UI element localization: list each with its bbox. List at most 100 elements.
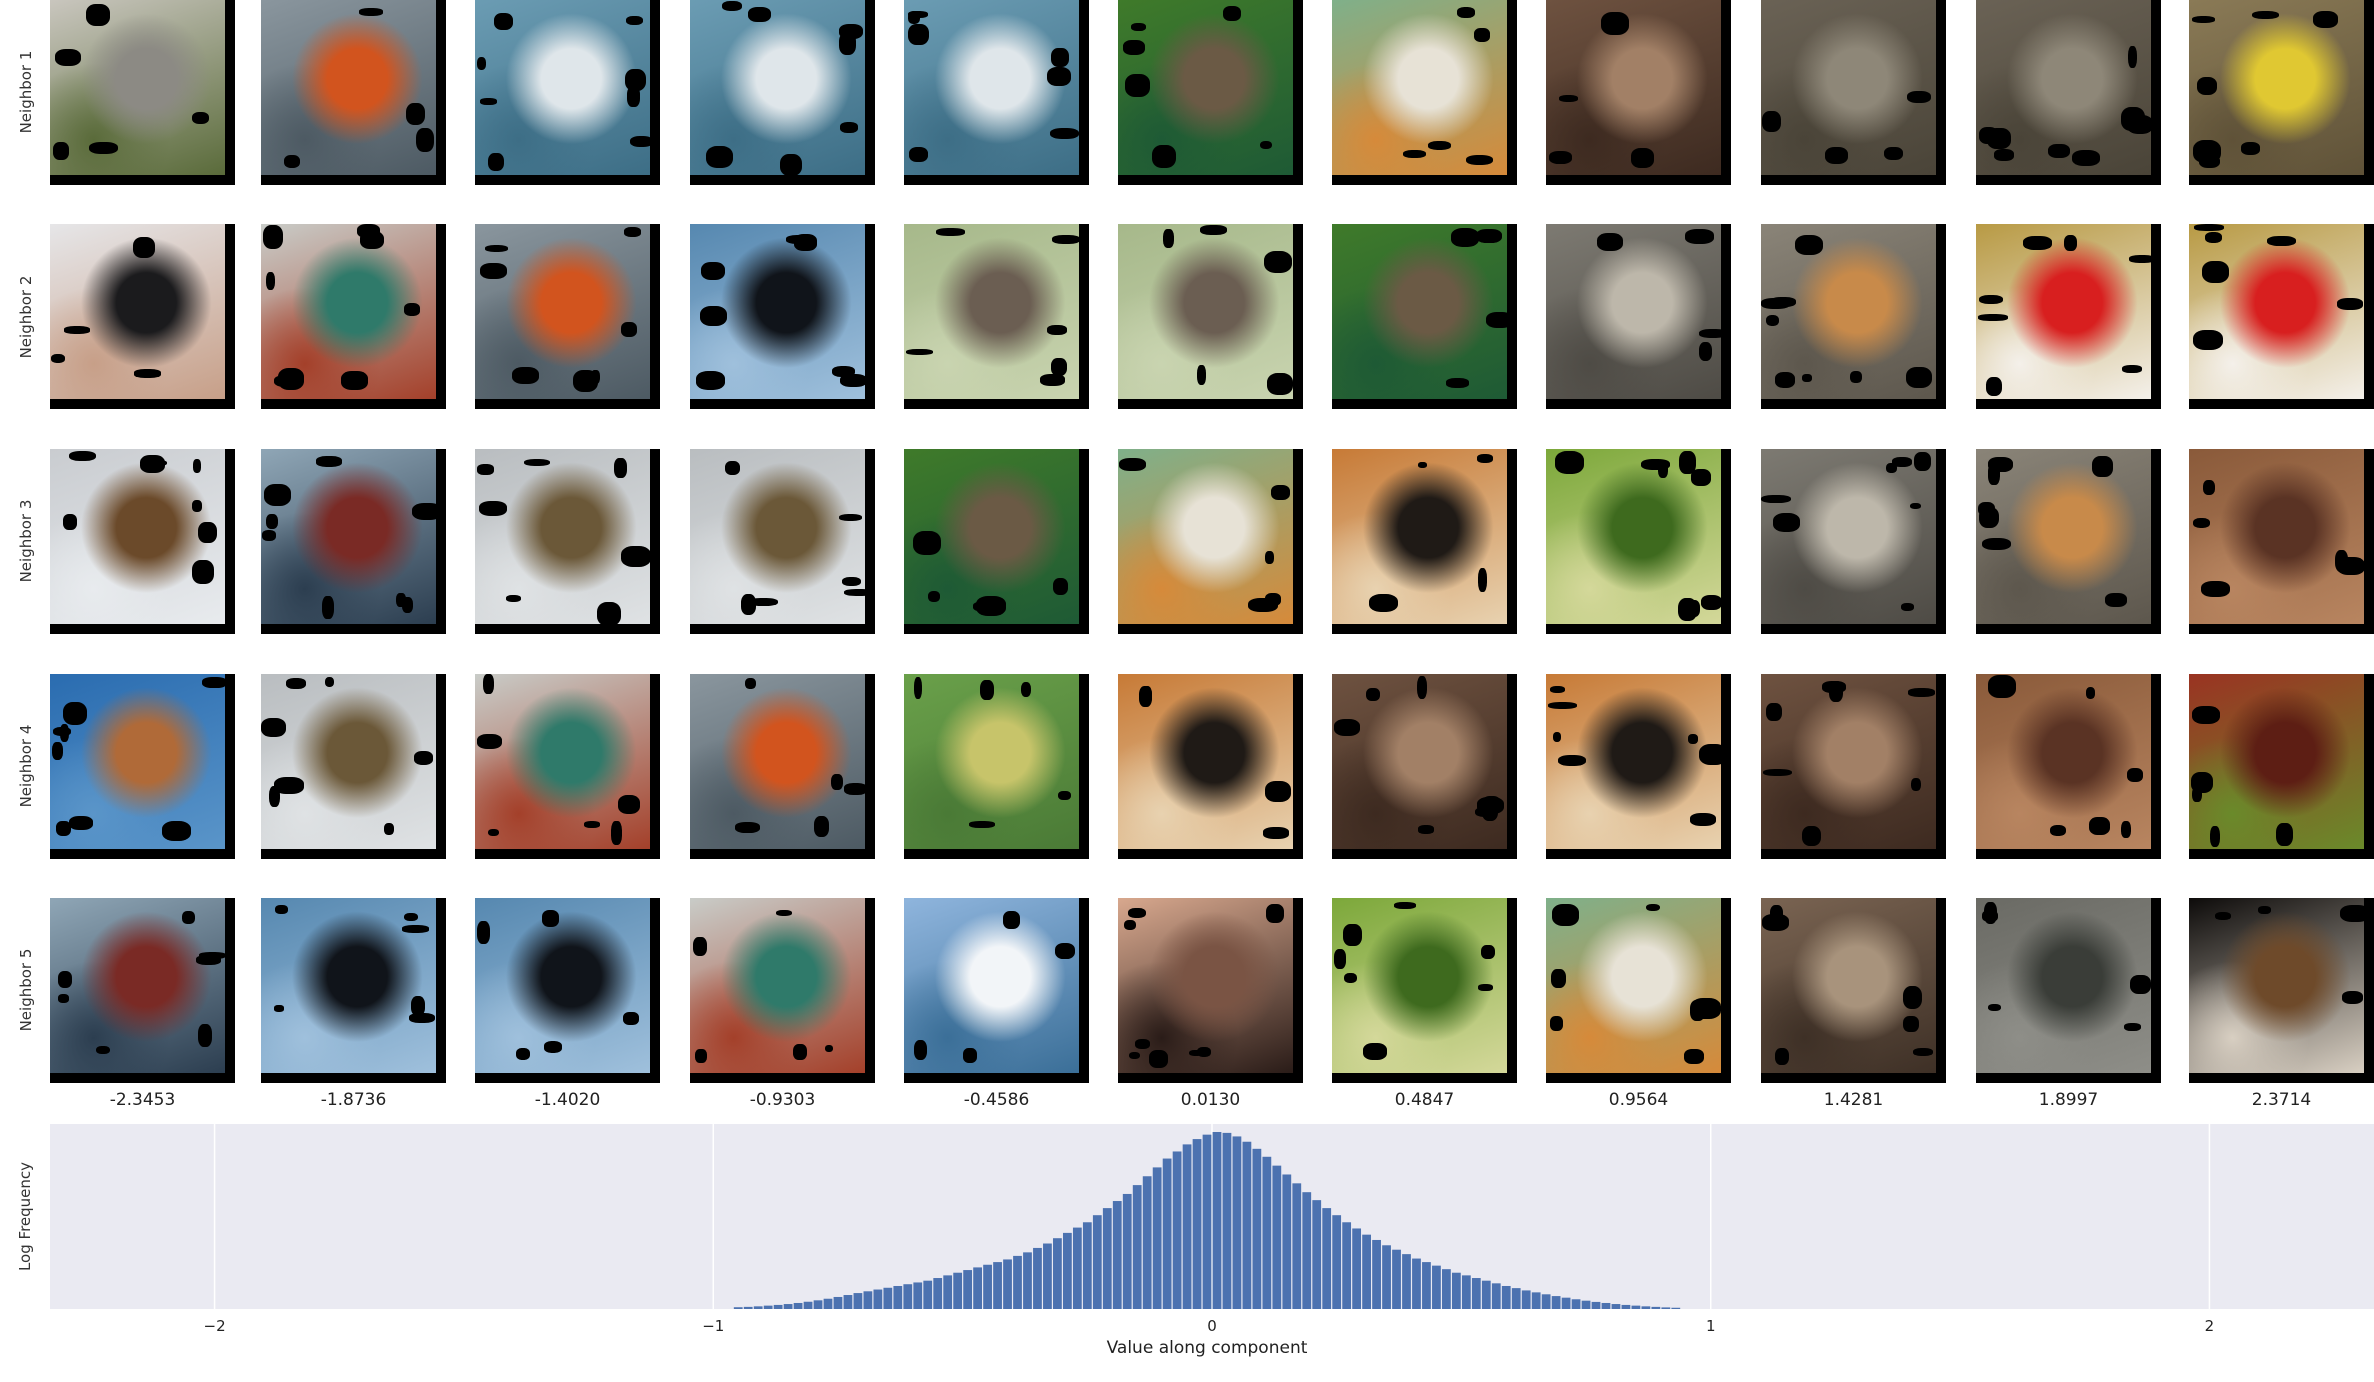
mask-hole bbox=[484, 245, 509, 253]
row-label-text: Neighbor 1 bbox=[17, 50, 35, 134]
mask-hole bbox=[479, 262, 507, 279]
y-axis-label: Log Frequency bbox=[16, 1162, 34, 1271]
neighbor-image-bird-beeeater bbox=[261, 224, 446, 409]
mask-hole bbox=[1054, 942, 1076, 960]
neighbor-image-lizard-green bbox=[1546, 449, 1731, 634]
mask-hole bbox=[1884, 146, 1904, 161]
neighbor-image-snake-rock bbox=[1976, 449, 2161, 634]
mask-hole bbox=[1058, 790, 1071, 801]
column-value-label: 2.3714 bbox=[2251, 1090, 2312, 1110]
mask-hole bbox=[479, 501, 508, 517]
mask-hole bbox=[2126, 115, 2154, 134]
mask-hole bbox=[1985, 376, 2003, 396]
mask-hole bbox=[914, 676, 923, 700]
mask-hole bbox=[1418, 825, 1435, 834]
mask-hole bbox=[583, 821, 601, 828]
neighbor-image-wood-brown bbox=[1761, 674, 1946, 859]
histogram-bar bbox=[1641, 1306, 1651, 1309]
histogram-bar bbox=[1392, 1249, 1401, 1309]
mask-hole bbox=[1902, 985, 1923, 1010]
mask-hole bbox=[1691, 997, 1721, 1019]
mask-hole bbox=[1900, 603, 1915, 611]
mask-hole bbox=[1802, 374, 1812, 382]
mask-hole bbox=[63, 514, 78, 530]
column-value-label: -1.4020 bbox=[534, 1090, 601, 1110]
neighbor-image-tiger-orange bbox=[1546, 674, 1731, 859]
histogram-bar bbox=[893, 1285, 903, 1309]
histogram-bar bbox=[1491, 1283, 1501, 1309]
mask-hole bbox=[748, 6, 771, 23]
histogram-bar bbox=[743, 1306, 753, 1309]
mask-hole bbox=[1050, 358, 1067, 377]
neighbor-image-boat-orange bbox=[261, 0, 446, 185]
mask-hole bbox=[838, 514, 862, 522]
histogram-bar bbox=[1102, 1208, 1112, 1309]
mask-hole bbox=[360, 230, 385, 249]
histogram-bar bbox=[853, 1293, 863, 1309]
neighbor-image-bird-finch bbox=[1332, 0, 1517, 185]
histogram-bar bbox=[1252, 1148, 1262, 1309]
column-value-label: -2.3453 bbox=[109, 1090, 176, 1110]
neighbor-image-snake-dark bbox=[1976, 898, 2161, 1083]
histogram-bar bbox=[1242, 1141, 1252, 1309]
histogram-bar bbox=[973, 1267, 982, 1309]
mask-hole bbox=[2048, 143, 2070, 159]
histogram-bar bbox=[763, 1305, 773, 1309]
histogram-bar bbox=[1072, 1227, 1082, 1309]
mask-hole bbox=[1474, 28, 1490, 42]
mask-hole bbox=[263, 484, 292, 507]
mask-hole bbox=[58, 994, 70, 1003]
histogram-bar bbox=[863, 1291, 873, 1309]
histogram-bar bbox=[1402, 1254, 1411, 1309]
mask-hole bbox=[2276, 823, 2293, 847]
mask-hole bbox=[2205, 232, 2223, 244]
mask-hole bbox=[147, 459, 168, 466]
mask-hole bbox=[700, 305, 728, 327]
neighbor-image-wood-scratch bbox=[1761, 898, 1946, 1083]
mask-hole bbox=[1554, 451, 1585, 475]
neighbor-image-wood-brown bbox=[1332, 674, 1517, 859]
mask-hole bbox=[265, 514, 278, 529]
mask-hole bbox=[133, 236, 156, 258]
mask-hole bbox=[2337, 557, 2365, 576]
neighbor-image-field-green bbox=[904, 674, 1089, 859]
mask-hole bbox=[1267, 372, 1294, 396]
mask-hole bbox=[1850, 370, 1862, 383]
mask-hole bbox=[1481, 944, 1495, 960]
histogram-bar bbox=[1481, 1280, 1491, 1309]
mask-hole bbox=[1416, 675, 1428, 699]
mask-hole bbox=[1678, 597, 1698, 622]
histogram-bar bbox=[1352, 1228, 1362, 1309]
x-tick-label: 0 bbox=[1207, 1317, 1217, 1335]
neighbor-image-duck-green bbox=[1332, 224, 1517, 409]
mask-hole bbox=[286, 678, 306, 690]
mask-hole bbox=[2105, 593, 2128, 608]
histogram-bar bbox=[1422, 1262, 1431, 1309]
histogram-bar bbox=[1461, 1275, 1471, 1309]
mask-hole bbox=[1051, 47, 1069, 67]
column-value-label: -0.4586 bbox=[963, 1090, 1030, 1110]
mask-hole bbox=[543, 1040, 563, 1053]
histogram-bar bbox=[1292, 1183, 1302, 1309]
histogram-bar bbox=[1621, 1304, 1631, 1309]
mask-hole bbox=[907, 11, 928, 18]
mask-hole bbox=[192, 500, 202, 512]
histogram-bar bbox=[1192, 1139, 1202, 1309]
mask-hole bbox=[1266, 904, 1284, 923]
neighbor-image-bird-finch bbox=[1118, 449, 1303, 634]
histogram-bar bbox=[873, 1289, 883, 1309]
histogram-bar bbox=[1651, 1306, 1661, 1309]
column-value-label: -1.8736 bbox=[320, 1090, 387, 1110]
mask-hole bbox=[403, 912, 418, 922]
mask-hole bbox=[1222, 5, 1241, 21]
mask-hole bbox=[2267, 236, 2297, 247]
mask-hole bbox=[1988, 1004, 2001, 1012]
mask-hole bbox=[1343, 973, 1358, 984]
histogram-bar bbox=[1631, 1305, 1641, 1309]
neighbor-image-boat-orange bbox=[475, 224, 660, 409]
histogram-bar bbox=[1661, 1307, 1671, 1309]
mask-hole bbox=[516, 1047, 531, 1061]
mask-hole bbox=[1914, 452, 1932, 471]
mask-hole bbox=[1403, 149, 1426, 158]
histogram-bar bbox=[1581, 1300, 1591, 1309]
